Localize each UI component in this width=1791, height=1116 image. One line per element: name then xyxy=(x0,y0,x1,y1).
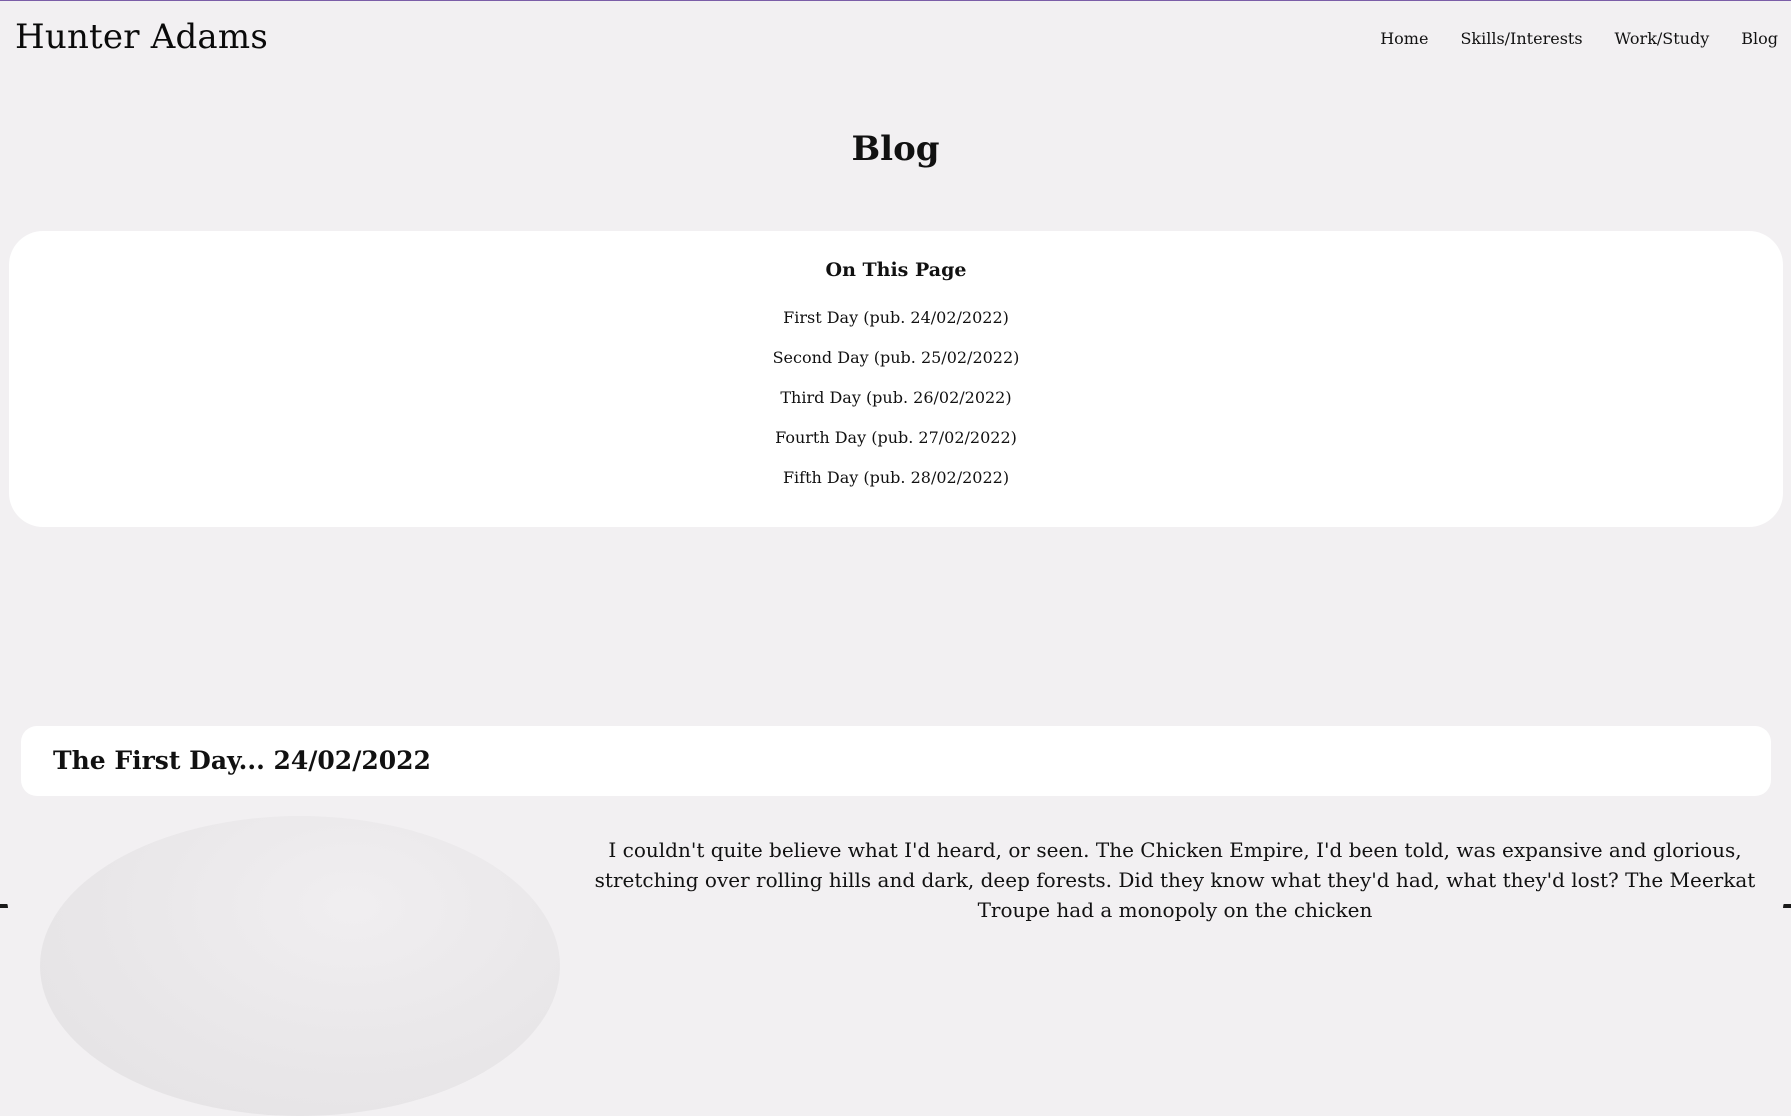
toc-title: On This Page xyxy=(825,259,967,281)
main-nav: Home Skills/Interests Work/Study Blog xyxy=(1380,29,1778,48)
site-header: Hunter Adams Home Skills/Interests Work/… xyxy=(0,1,1791,77)
nav-blog-link[interactable]: Blog xyxy=(1741,29,1778,48)
toc-link-fifth-day[interactable]: Fifth Day (pub. 28/02/2022) xyxy=(783,468,1009,487)
window-corner-left xyxy=(0,892,12,904)
site-title[interactable]: Hunter Adams xyxy=(15,17,268,57)
table-of-contents: On This Page First Day (pub. 24/02/2022)… xyxy=(9,231,1783,527)
window-corner-right xyxy=(1779,892,1791,904)
post-body: I couldn't quite believe what I'd heard,… xyxy=(594,838,1756,922)
toc-link-fourth-day[interactable]: Fourth Day (pub. 27/02/2022) xyxy=(775,428,1017,447)
list-item: Second Day (pub. 25/02/2022) xyxy=(9,338,1783,378)
post-title: The First Day... 24/02/2022 xyxy=(53,746,431,775)
list-item: First Day (pub. 24/02/2022) xyxy=(9,298,1783,338)
toc-link-second-day[interactable]: Second Day (pub. 25/02/2022) xyxy=(773,348,1020,367)
post-header: The First Day... 24/02/2022 xyxy=(21,726,1771,796)
page-title: Blog xyxy=(851,129,940,169)
list-item: Fifth Day (pub. 28/02/2022) xyxy=(9,458,1783,498)
nav-work-study-link[interactable]: Work/Study xyxy=(1615,29,1710,48)
list-item: Fourth Day (pub. 27/02/2022) xyxy=(9,418,1783,458)
nav-skills-interests-link[interactable]: Skills/Interests xyxy=(1460,29,1582,48)
list-item: Third Day (pub. 26/02/2022) xyxy=(9,378,1783,418)
nav-home-link[interactable]: Home xyxy=(1380,29,1428,48)
toc-link-third-day[interactable]: Third Day (pub. 26/02/2022) xyxy=(780,388,1011,407)
post-image xyxy=(40,816,560,1116)
toc-list: First Day (pub. 24/02/2022) Second Day (… xyxy=(9,298,1783,498)
toc-link-first-day[interactable]: First Day (pub. 24/02/2022) xyxy=(783,308,1009,327)
